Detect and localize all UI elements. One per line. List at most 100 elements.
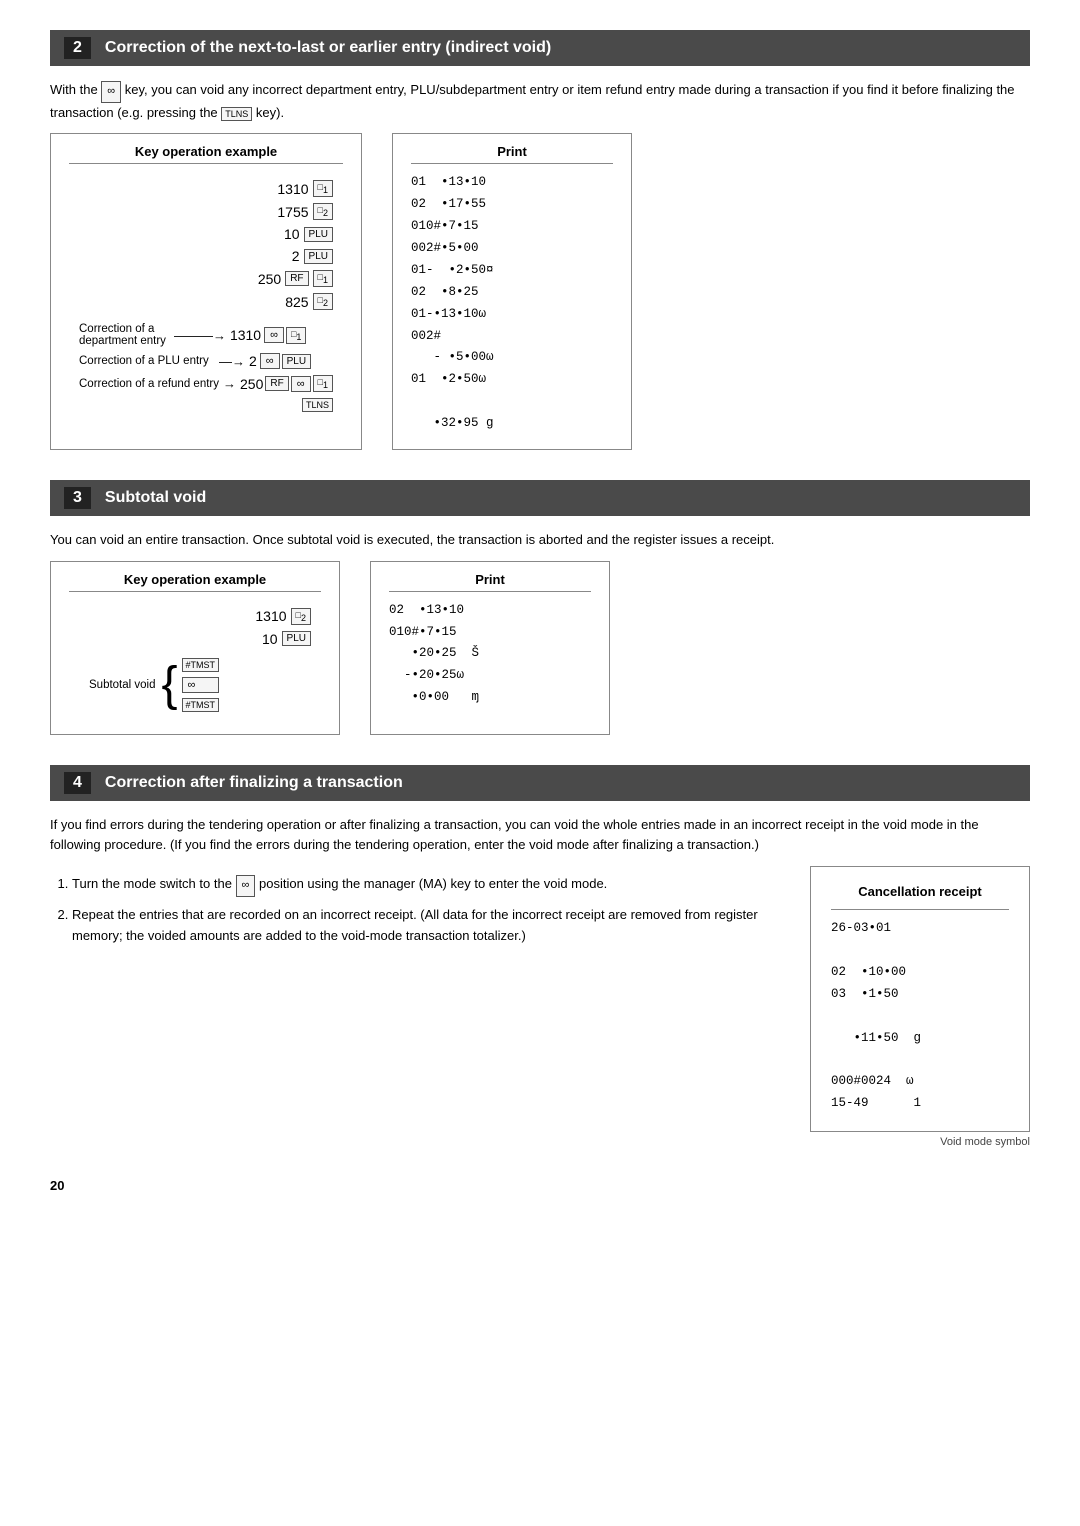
num-2: 2: [292, 248, 300, 264]
cr-line-6: 15-49 1: [831, 1093, 1009, 1115]
print-line-total: •32•95 ɡ: [411, 413, 613, 435]
print-line-6: 02 •8•25: [411, 282, 613, 304]
cr-line-1: 26-03•01: [831, 918, 1009, 940]
key-row-1755: 1755 □2: [277, 203, 333, 220]
correction-annotations: Correction of a department entry ———→ 13…: [79, 323, 333, 412]
s3-print-line-2: 010#•7•15: [389, 622, 591, 644]
refund-correction-row: Correction of a refund entry → 250 RF ∞ …: [79, 375, 333, 392]
section-4-title: Correction after finalizing a transactio…: [105, 774, 403, 792]
inf-key-subtotal: ∞: [182, 677, 220, 693]
print-line-1: 01 •13•10: [411, 172, 613, 194]
cancellation-receipt-content: 26-03•01 02 •10•00 03 •1•50 •11•50 ɡ 000…: [831, 918, 1009, 1115]
num-1755: 1755: [277, 204, 308, 220]
rf-key: RF: [285, 271, 308, 286]
s3-key-row-1310: 1310 □2: [255, 608, 311, 625]
cancellation-receipt-box: Cancellation receipt 26-03•01 02 •10•00 …: [810, 866, 1030, 1132]
refund-arrow: →: [223, 376, 236, 391]
section-2-title: Correction of the next-to-last or earlie…: [105, 39, 551, 57]
s3-plu-key: PLU: [282, 631, 311, 646]
dept1-key-b: □1: [313, 270, 333, 287]
dept-correction-label-1: Correction of a: [79, 323, 166, 335]
key-row-825: 825 □2: [285, 293, 333, 310]
s3-num-10: 10: [262, 631, 278, 647]
key-row-250-rf: 250 RF □1: [258, 270, 333, 287]
section-3-op-print: Key operation example 1310 □2 10 PLU: [50, 561, 1030, 735]
section-4-header: 4 Correction after finalizing a transact…: [50, 765, 1030, 801]
print-line-4: 002#•5•00: [411, 238, 613, 260]
print-line-5: 01- •2•50¤: [411, 260, 613, 282]
dept-arrow: ———→: [174, 328, 226, 343]
section-2-print-content: 01 •13•10 02 •17•55 010#•7•15 002#•5•00 …: [411, 172, 613, 435]
print-line-2: 02 •17•55: [411, 194, 613, 216]
section-4-body: If you find errors during the tendering …: [50, 815, 1030, 857]
cr-line-2: 02 •10•00: [831, 962, 1009, 984]
section-2-print-header: Print: [411, 144, 613, 164]
page-number: 20: [50, 1178, 1030, 1193]
num-250: 250: [258, 271, 281, 287]
key-row-10-plu: 10 PLU: [284, 226, 333, 242]
inf-key-refund: ∞: [291, 376, 311, 392]
section-3-key-area: 1310 □2 10 PLU Subtotal void { #: [69, 600, 321, 720]
section-3-key-op-box: Key operation example 1310 □2 10 PLU: [50, 561, 340, 735]
plu-correction-label: Correction of a PLU entry: [79, 355, 209, 367]
print-line-7: 01-•13•10ω: [411, 304, 613, 326]
inf-key-step1: ∞: [236, 875, 256, 897]
tmst-key-1: #TMST: [182, 658, 220, 672]
s3-print-line-4: -•20•25ω: [389, 665, 591, 687]
dept2-key-b: □2: [313, 293, 333, 310]
cr-line-3: 03 •1•50: [831, 984, 1009, 1006]
plu-key-1: PLU: [304, 227, 333, 242]
print-line-9: - •5•00ω: [411, 347, 613, 369]
s3-print-line-3: •20•25 Š: [389, 643, 591, 665]
cr-line-blank1: [831, 940, 1009, 962]
key-row-2-plu: 2 PLU: [292, 248, 333, 264]
section-4-content: Turn the mode switch to the ∞ position u…: [50, 866, 1030, 1148]
refund-correction-label: Correction of a refund entry: [79, 378, 219, 390]
subtotal-void-label: Subtotal void: [89, 679, 156, 691]
plu-arrow: —→: [219, 354, 245, 369]
section-3-number: 3: [64, 487, 91, 509]
steps-list: Turn the mode switch to the ∞ position u…: [72, 874, 780, 946]
section-2-key-area: 1310 □1 1755 □2 10 PLU 2: [69, 172, 343, 420]
dept-correction-label-2: department entry: [79, 335, 166, 347]
dept-correction-row: Correction of a department entry ———→ 13…: [79, 323, 333, 347]
section-2: 2 Correction of the next-to-last or earl…: [50, 30, 1030, 450]
rf-key-corr: RF: [265, 376, 288, 391]
cancellation-receipt-header: Cancellation receipt: [831, 879, 1009, 910]
section-3-key-grid: 1310 □2 10 PLU: [79, 608, 311, 650]
section-4-left: Turn the mode switch to the ∞ position u…: [50, 866, 780, 1148]
section-2-print-box: Print 01 •13•10 02 •17•55 010#•7•15 002#…: [392, 133, 632, 450]
section-2-key-op-header: Key operation example: [69, 144, 343, 164]
brace-symbol: {: [162, 661, 178, 709]
section-2-header: 2 Correction of the next-to-last or earl…: [50, 30, 1030, 66]
s3-print-line-1: 02 •13•10: [389, 600, 591, 622]
section-3-print-content: 02 •13•10 010#•7•15 •20•25 Š -•20•25ω •0…: [389, 600, 591, 709]
s3-num-1310: 1310: [255, 608, 286, 624]
section-3-print-box: Print 02 •13•10 010#•7•15 •20•25 Š -•20•…: [370, 561, 610, 735]
plu-corr-num: 2: [249, 353, 257, 369]
step-1: Turn the mode switch to the ∞ position u…: [72, 874, 780, 897]
cr-line-4: •11•50 ɡ: [831, 1028, 1009, 1050]
dept1-key: □1: [313, 180, 333, 197]
section-3-print-header: Print: [389, 572, 591, 592]
section-3: 3 Subtotal void You can void an entire t…: [50, 480, 1030, 735]
cr-line-blank3: [831, 1050, 1009, 1072]
tlns-key-diagram: TLNS: [302, 398, 333, 412]
refund-corr-num: 250: [240, 376, 263, 392]
section-3-body: You can void an entire transaction. Once…: [50, 530, 1030, 551]
brace-keys-group: #TMST ∞ #TMST: [182, 658, 220, 712]
num-825: 825: [285, 294, 308, 310]
plu-key-corr: PLU: [282, 354, 311, 369]
print-line-blank: [411, 391, 613, 413]
s3-dept2-key: □2: [291, 608, 311, 625]
tmst-key-2: #TMST: [182, 698, 220, 712]
dept1-key-c: □1: [286, 327, 306, 344]
section-2-key-op-box: Key operation example 1310 □1 1755 □2: [50, 133, 362, 450]
plu-correction-row: Correction of a PLU entry —→ 2 ∞ PLU: [79, 353, 333, 369]
section-2-op-print: Key operation example 1310 □1 1755 □2: [50, 133, 1030, 450]
inf-key-plu: ∞: [260, 353, 280, 369]
print-line-3: 010#•7•15: [411, 216, 613, 238]
s3-key-row-10-plu: 10 PLU: [262, 631, 311, 647]
cancellation-receipt-area: Cancellation receipt 26-03•01 02 •10•00 …: [810, 866, 1030, 1148]
dept-corr-num: 1310: [230, 327, 261, 343]
